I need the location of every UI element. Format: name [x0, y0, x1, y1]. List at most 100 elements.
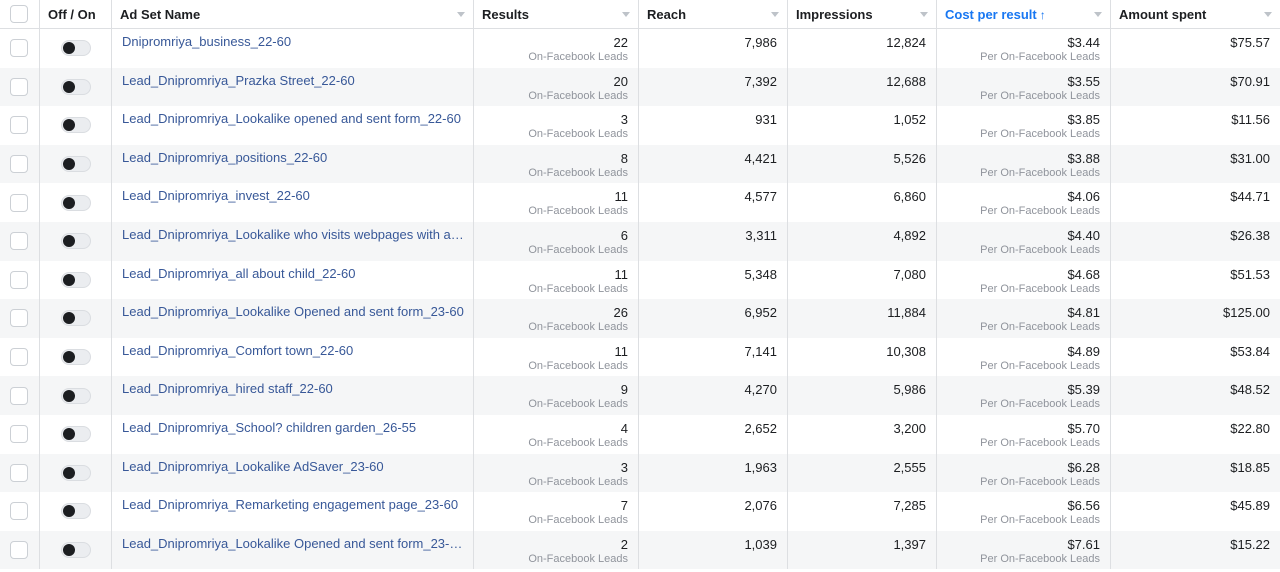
- row-reach-cell: 4,577: [639, 183, 788, 222]
- row-reach-cell: 1,039: [639, 530, 788, 570]
- delivery-toggle[interactable]: [61, 40, 91, 57]
- ad-set-name-link[interactable]: Lead_Dnipromriya_Lookalike who visits we…: [122, 227, 467, 242]
- delivery-toggle[interactable]: [61, 78, 91, 95]
- ad-set-name-link[interactable]: Lead_Dnipromriya_positions_22-60: [122, 150, 327, 165]
- results-type: On-Facebook Leads: [528, 475, 628, 488]
- row-name-cell: Lead_Dnipromriya_Lookalike who visits we…: [112, 221, 474, 261]
- spent-value: $53.84: [1230, 343, 1270, 359]
- delivery-toggle[interactable]: [61, 271, 91, 288]
- row-checkbox[interactable]: [10, 309, 28, 328]
- delivery-toggle[interactable]: [61, 387, 91, 404]
- delivery-toggle[interactable]: [61, 542, 91, 559]
- table-row: Lead_Dnipromriya_Lookalike Opened and se…: [0, 530, 1280, 570]
- delivery-toggle[interactable]: [61, 349, 91, 366]
- row-checkbox[interactable]: [10, 425, 28, 444]
- header-results[interactable]: Results: [474, 0, 639, 28]
- ad-set-name-link[interactable]: Lead_Dnipromriya_hired staff_22-60: [122, 381, 333, 396]
- toggle-knob: [63, 312, 75, 325]
- select-all-checkbox[interactable]: [10, 5, 28, 23]
- row-results-cell: 11 On-Facebook Leads: [474, 183, 639, 222]
- results-value: 8: [620, 150, 628, 166]
- row-toggle-cell: [40, 67, 112, 107]
- row-spent-cell: $18.85: [1111, 453, 1280, 493]
- row-select-cell: [0, 337, 40, 377]
- spent-value: $75.57: [1230, 35, 1270, 50]
- row-checkbox[interactable]: [10, 541, 28, 560]
- ad-set-name-link[interactable]: Lead_Dnipromriya_all about child_22-60: [122, 266, 355, 281]
- ad-set-name-link[interactable]: Lead_Dnipromriya_Prazka Street_22-60: [122, 73, 355, 88]
- row-checkbox[interactable]: [10, 386, 28, 405]
- chevron-down-icon[interactable]: [622, 11, 630, 17]
- row-checkbox[interactable]: [10, 502, 28, 521]
- row-impressions-cell: 7,285: [788, 492, 937, 531]
- row-checkbox[interactable]: [10, 77, 28, 96]
- row-spent-cell: $31.00: [1111, 144, 1280, 184]
- header-name[interactable]: Ad Set Name: [112, 0, 474, 28]
- row-checkbox[interactable]: [10, 116, 28, 135]
- chevron-down-icon[interactable]: [457, 11, 465, 17]
- row-checkbox[interactable]: [10, 232, 28, 251]
- delivery-toggle[interactable]: [61, 464, 91, 481]
- chevron-down-icon[interactable]: [771, 11, 779, 17]
- delivery-toggle[interactable]: [61, 117, 91, 134]
- results-value: 11: [614, 189, 629, 205]
- row-spent-cell: $53.84: [1111, 338, 1280, 377]
- row-spent-cell: $15.22: [1111, 530, 1280, 570]
- results-value: 2: [620, 536, 628, 552]
- row-cost-cell: $4.06 Per On-Facebook Leads: [937, 183, 1111, 222]
- delivery-toggle[interactable]: [61, 426, 91, 443]
- ad-set-name-link[interactable]: Lead_Dnipromriya_Lookalike Opened and se…: [122, 536, 467, 551]
- row-cost-cell: $4.81 Per On-Facebook Leads: [937, 299, 1111, 338]
- row-impressions-cell: 4,892: [788, 221, 937, 261]
- row-checkbox[interactable]: [10, 348, 28, 367]
- spent-value: $31.00: [1230, 150, 1270, 166]
- header-impressions[interactable]: Impressions: [788, 0, 937, 28]
- ad-set-name-link[interactable]: Lead_Dnipromriya_School? children garden…: [122, 420, 416, 435]
- header-results-label: Results: [482, 6, 529, 22]
- row-toggle-cell: [40, 530, 112, 570]
- results-type: On-Facebook Leads: [528, 359, 628, 372]
- delivery-toggle[interactable]: [61, 194, 91, 211]
- ad-set-name-link[interactable]: Lead_Dnipromriya_invest_22-60: [122, 188, 310, 203]
- row-checkbox[interactable]: [10, 193, 28, 212]
- toggle-knob: [63, 505, 75, 518]
- row-checkbox[interactable]: [10, 270, 28, 289]
- delivery-toggle[interactable]: [61, 233, 91, 250]
- row-checkbox[interactable]: [10, 463, 28, 482]
- row-reach-cell: 4,270: [639, 376, 788, 415]
- header-reach[interactable]: Reach: [639, 0, 788, 28]
- ad-set-name-link[interactable]: Dnipromriya_business_22-60: [122, 34, 291, 49]
- cost-type: Per On-Facebook Leads: [980, 321, 1100, 334]
- row-checkbox[interactable]: [10, 155, 28, 174]
- delivery-toggle[interactable]: [61, 503, 91, 520]
- ad-set-name-link[interactable]: Lead_Dnipromriya_Remarketing engagement …: [122, 497, 458, 512]
- row-spent-cell: $44.71: [1111, 183, 1280, 222]
- ad-set-name-link[interactable]: Lead_Dnipromriya_Lookalike Opened and se…: [122, 304, 464, 319]
- row-spent-cell: $75.57: [1111, 29, 1280, 68]
- cost-value: $4.68: [1067, 266, 1100, 282]
- header-cost[interactable]: Cost per result ↑: [937, 0, 1111, 28]
- ad-set-name-link[interactable]: Lead_Dnipromriya_Lookalike AdSaver_23-60: [122, 459, 384, 474]
- row-cost-cell: $5.70 Per On-Facebook Leads: [937, 414, 1111, 454]
- row-select-cell: [0, 106, 40, 145]
- header-toggle: Off / On: [40, 0, 112, 28]
- row-results-cell: 7 On-Facebook Leads: [474, 492, 639, 531]
- chevron-down-icon[interactable]: [1264, 11, 1272, 17]
- toggle-knob: [63, 351, 75, 364]
- delivery-toggle[interactable]: [61, 310, 91, 327]
- cost-type: Per On-Facebook Leads: [980, 128, 1100, 141]
- row-toggle-cell: [40, 29, 112, 68]
- row-reach-cell: 5,348: [639, 260, 788, 300]
- delivery-toggle[interactable]: [61, 156, 91, 173]
- row-toggle-cell: [40, 337, 112, 377]
- impressions-value: 7,080: [893, 266, 926, 282]
- header-spent[interactable]: Amount spent: [1111, 0, 1280, 28]
- ad-set-name-link[interactable]: Lead_Dnipromriya_Comfort town_22-60: [122, 343, 353, 358]
- ad-set-name-link[interactable]: Lead_Dnipromriya_Lookalike opened and se…: [122, 111, 461, 126]
- header-impressions-label: Impressions: [796, 6, 873, 22]
- reach-value: 4,577: [744, 189, 777, 205]
- row-select-cell: [0, 183, 40, 222]
- row-checkbox[interactable]: [10, 39, 28, 58]
- chevron-down-icon[interactable]: [1094, 11, 1102, 17]
- chevron-down-icon[interactable]: [920, 11, 928, 17]
